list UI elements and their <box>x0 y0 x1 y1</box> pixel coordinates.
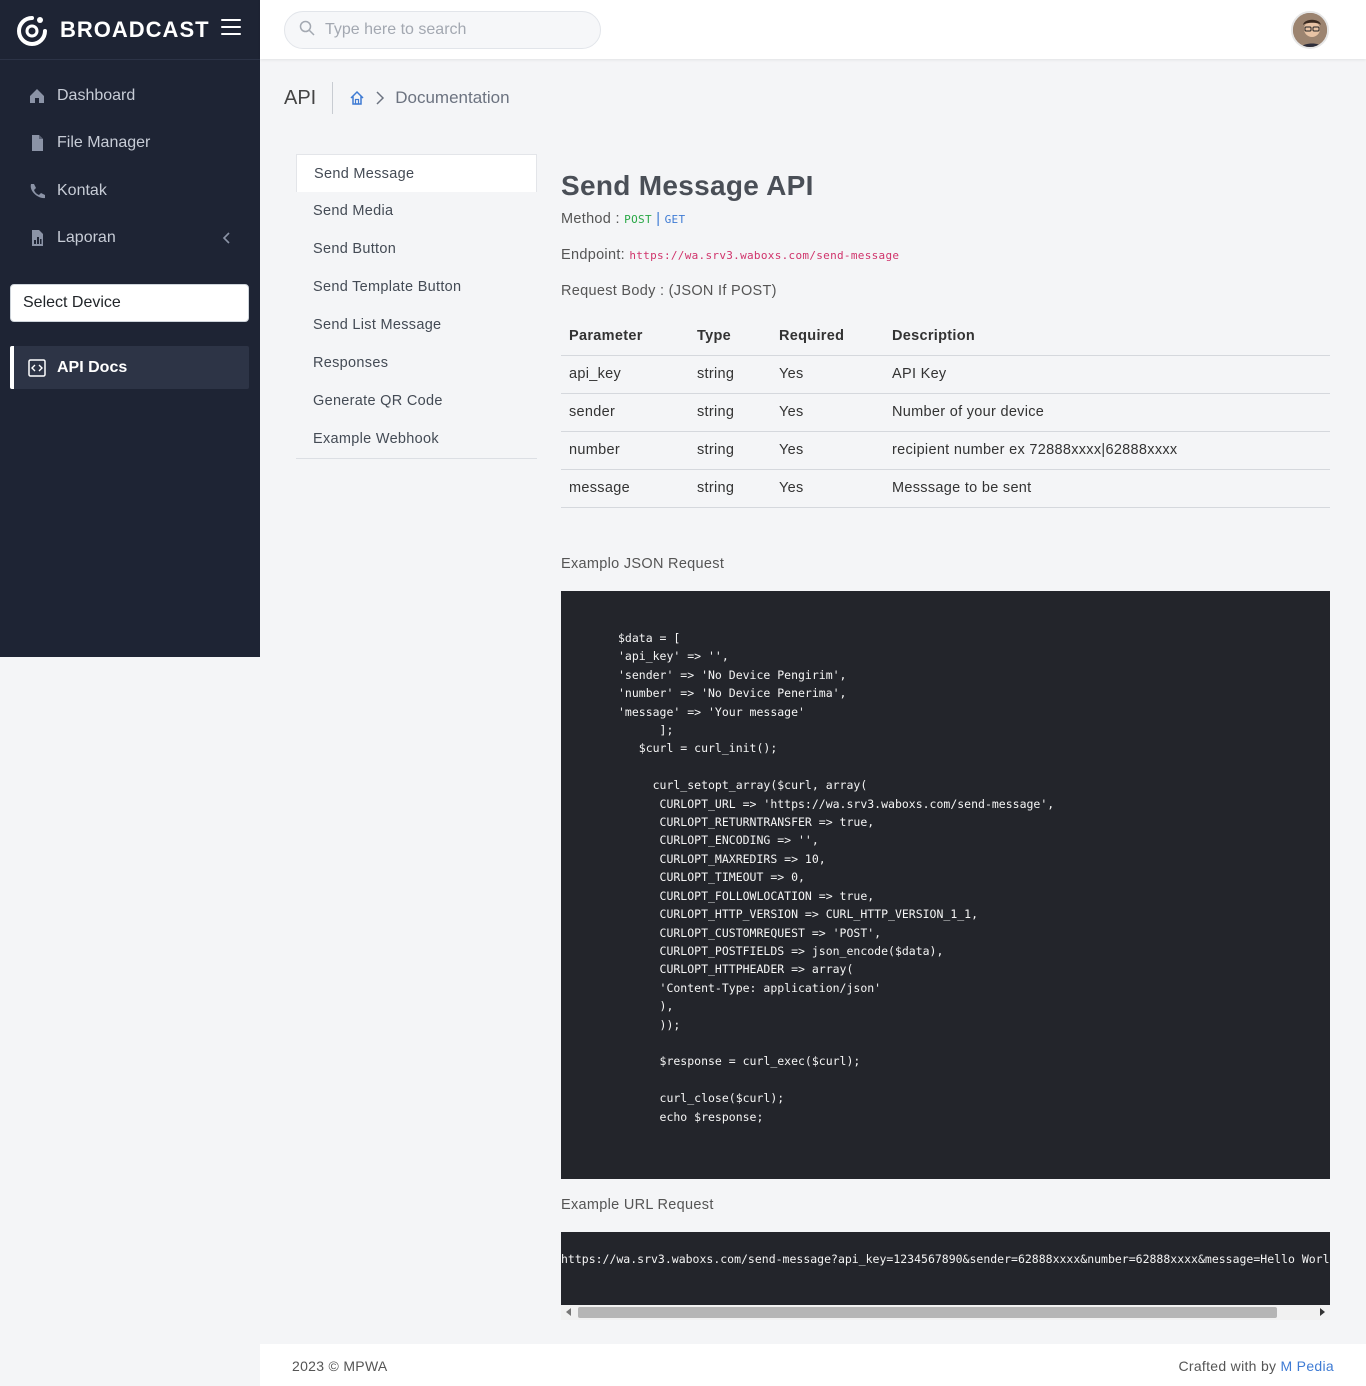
chevron-right-icon <box>375 90 385 106</box>
table-cell: string <box>689 469 771 508</box>
doc-menu-item-responses[interactable]: Responses <box>296 344 537 382</box>
search-icon <box>299 20 315 41</box>
table-header: Description <box>884 317 1330 356</box>
table-header: Type <box>689 317 771 356</box>
table-header: Required <box>771 317 884 356</box>
method-separator: | <box>651 211 665 227</box>
table-row: number string Yes recipient number ex 72… <box>561 431 1330 470</box>
search-box[interactable] <box>284 11 601 49</box>
table-cell: Yes <box>771 431 884 470</box>
sidebar-item-label: API Docs <box>57 358 128 376</box>
request-body-label: Request Body : (JSON If POST) <box>561 283 777 299</box>
parameters-table: Parameter Type Required Description api_… <box>561 317 1330 508</box>
table-cell: string <box>689 393 771 432</box>
avatar[interactable] <box>1291 11 1329 49</box>
table-row: sender string Yes Number of your device <box>561 393 1330 432</box>
table-header-row: Parameter Type Required Description <box>561 317 1330 356</box>
home-icon <box>28 87 46 105</box>
sidebar-item-label: File Manager <box>57 134 151 152</box>
page-title: API <box>284 82 334 114</box>
doc-menu-item-send-list-message[interactable]: Send List Message <box>296 306 537 344</box>
chevron-left-icon <box>222 231 232 249</box>
file-icon <box>28 134 46 152</box>
table-cell: Messsage to be sent <box>884 469 1330 508</box>
footer: 2023 © MPWA Crafted with by M Pedia <box>260 1344 1366 1386</box>
table-cell: sender <box>561 393 689 432</box>
topbar <box>260 0 1366 59</box>
doc-menu-item-send-button[interactable]: Send Button <box>296 230 537 268</box>
url-example: https://wa.srv3.waboxs.com/send-message?… <box>561 1252 1330 1266</box>
table-row: message string Yes Messsage to be sent <box>561 469 1330 508</box>
table-cell: Yes <box>771 355 884 394</box>
table-cell: api_key <box>561 355 689 394</box>
device-select[interactable]: Select Device <box>10 284 249 322</box>
report-icon <box>28 229 46 247</box>
table-cell: API Key <box>884 355 1330 394</box>
content-heading: Send Message API <box>561 170 814 201</box>
footer-credit-link[interactable]: M Pedia <box>1281 1358 1334 1374</box>
json-example-label: Examplo JSON Request <box>561 556 725 572</box>
endpoint-label: Endpoint: <box>561 247 625 263</box>
sidebar-item-api-docs[interactable]: API Docs <box>10 346 249 389</box>
scroll-right-icon[interactable] <box>1320 1308 1325 1316</box>
sidebar-nav: Dashboard File Manager Kontak Laporan <box>0 60 260 262</box>
table-cell: string <box>689 431 771 470</box>
footer-credit-prefix: Crafted with by <box>1178 1358 1281 1374</box>
table-cell: recipient number ex 72888xxxx|62888xxxx <box>884 431 1330 470</box>
method-get: GET <box>664 213 686 226</box>
table-cell: message <box>561 469 689 508</box>
sidebar-item-label: Kontak <box>57 181 107 199</box>
url-example-label: Example URL Request <box>561 1197 714 1213</box>
doc-menu-item-generate-qr-code[interactable]: Generate QR Code <box>296 382 537 420</box>
doc-content: Send Message API Method : POST | GET End… <box>561 170 1330 508</box>
page-header: API Documentation <box>284 82 510 114</box>
code-icon <box>28 358 46 377</box>
sidebar-item-laporan[interactable]: Laporan <box>0 215 260 263</box>
breadcrumb-current: Documentation <box>395 88 510 107</box>
doc-menu-item-send-template-button[interactable]: Send Template Button <box>296 268 537 306</box>
endpoint-line: Endpoint: https://wa.srv3.waboxs.com/sen… <box>561 247 1330 263</box>
sidebar-item-label: Laporan <box>57 229 116 247</box>
brand-name: BROADCAST <box>60 16 210 42</box>
table-cell: number <box>561 431 689 470</box>
search-input[interactable] <box>325 21 585 39</box>
url-code-block[interactable]: https://wa.srv3.waboxs.com/send-message?… <box>561 1232 1330 1320</box>
table-cell: Number of your device <box>884 393 1330 432</box>
menu-toggle-icon[interactable] <box>221 19 241 37</box>
horizontal-scrollbar[interactable] <box>561 1305 1330 1320</box>
sidebar-item-dashboard[interactable]: Dashboard <box>0 72 260 120</box>
table-cell: string <box>689 355 771 394</box>
method-post: POST <box>624 213 652 226</box>
sidebar-item-label: Dashboard <box>57 86 136 104</box>
table-cell: Yes <box>771 469 884 508</box>
doc-menu-item-send-message[interactable]: Send Message <box>296 154 537 192</box>
scroll-left-icon[interactable] <box>566 1308 571 1316</box>
footer-credit: Crafted with by M Pedia <box>1178 1358 1334 1374</box>
doc-menu-item-example-webhook[interactable]: Example Webhook <box>296 420 537 458</box>
scrollbar-thumb[interactable] <box>578 1307 1277 1318</box>
sidebar-item-file-manager[interactable]: File Manager <box>0 120 260 168</box>
doc-menu-item-send-media[interactable]: Send Media <box>296 192 537 230</box>
doc-menu: Send Message Send Media Send Button Send… <box>296 154 537 459</box>
brand-logo-icon <box>14 12 50 48</box>
phone-icon <box>28 182 46 200</box>
json-code: $data = [ 'api_key' => '', 'sender' => '… <box>618 631 1055 1124</box>
table-header: Parameter <box>561 317 689 356</box>
json-code-block[interactable]: $data = [ 'api_key' => '', 'sender' => '… <box>561 591 1330 1179</box>
table-cell: Yes <box>771 393 884 432</box>
home-icon[interactable] <box>349 90 365 106</box>
method-line: Method : POST | GET <box>561 211 1330 227</box>
footer-copyright: 2023 © MPWA <box>292 1358 388 1374</box>
method-label: Method : <box>561 211 620 227</box>
sidebar: BROADCAST Dashboard File Manager Kontak <box>0 0 260 657</box>
table-row: api_key string Yes API Key <box>561 355 1330 394</box>
sidebar-item-kontak[interactable]: Kontak <box>0 167 260 215</box>
endpoint-url: https://wa.srv3.waboxs.com/send-message <box>629 249 900 262</box>
